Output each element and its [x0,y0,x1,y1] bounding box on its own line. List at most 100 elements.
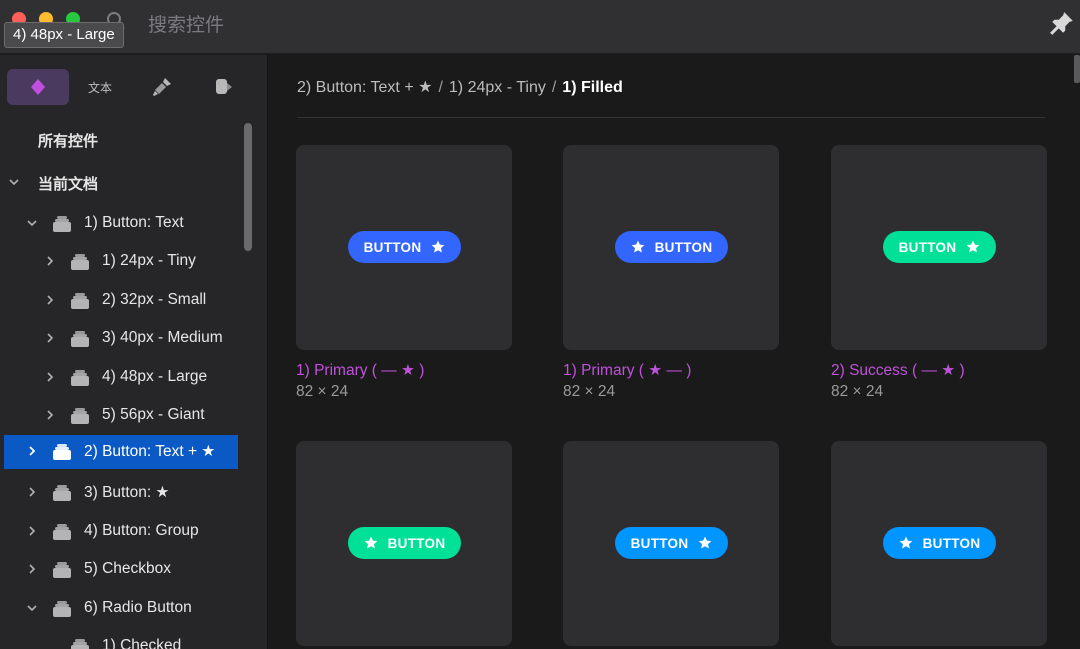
symbol-card[interactable]: BUTTON [831,441,1047,646]
star-icon [364,536,377,549]
button-preview-label: BUTTON [363,239,422,255]
tree-item-label: 1) Checked [102,637,182,649]
sidebar-item-all[interactable]: 所有控件 [0,123,240,157]
tree-item-label: 1) Button: Text [84,214,184,231]
tree-item[interactable]: 5) 56px - Giant [0,399,240,433]
chevron-down-icon[interactable] [25,601,39,615]
layer-stack-icon [53,601,71,617]
button-preview-label: BUTTON [898,239,957,255]
button-preview-label: BUTTON [630,535,689,551]
brush-icon [153,78,171,96]
button-preview: BUTTON [615,527,728,559]
chevron-down-icon[interactable] [7,175,21,189]
layer-stack-icon [53,216,71,232]
layer-stack-icon [53,485,71,501]
tree-item-label: 3) Button: ★ [84,484,170,501]
divider [297,117,1045,118]
tree-item-label: 1) 24px - Tiny [102,252,196,269]
pin-icon[interactable] [1049,10,1075,36]
tab-text[interactable]: 文本 [69,69,131,105]
search-input[interactable]: 搜索控件 [148,10,224,37]
chevron-right-icon[interactable] [43,254,57,268]
layer-stack-icon [71,254,89,270]
tree-item-label: 5) Checkbox [84,560,172,577]
tree-item-selected[interactable]: 2) Button: Text + ★ [4,435,238,469]
tree-item[interactable]: 5) Checkbox [0,553,240,587]
tree-item[interactable]: 1) 24px - Tiny [0,245,240,279]
tree-item[interactable]: 4) Button: Group [0,515,240,549]
layer-stack-icon [71,370,89,386]
button-preview: BUTTON [615,231,728,263]
symbol-card-size: 82 × 24 [831,383,884,400]
sidebar-item-label: 所有控件 [38,133,99,150]
layer-stack-icon [53,562,71,578]
chevron-right-icon[interactable] [43,293,57,307]
symbol-card[interactable]: BUTTON [563,441,779,646]
chevron-right-icon[interactable] [43,370,57,384]
sidebar-scrollbar[interactable] [244,123,252,251]
layer-stack-icon [71,293,89,309]
layer-stack-icon [53,524,71,540]
tree-item[interactable]: 3) Button: ★ [0,476,240,510]
symbol-card-size: 82 × 24 [563,383,616,400]
tree-item-label: 3) 40px - Medium [102,329,223,346]
chevron-right-icon[interactable] [25,444,39,458]
button-preview: BUTTON [883,527,996,559]
button-preview: BUTTON [348,231,461,263]
main-panel: 2) Button: Text + ★ / 1) 24px - Tiny / 1) Fi… [269,55,1080,649]
star-icon [631,240,644,253]
tab-styles[interactable] [131,69,193,105]
button-preview: BUTTON [883,231,996,263]
tree-item-label: 2) Button: Text + ★ [84,443,216,460]
star-icon [967,240,980,253]
sidebar-item-current-document[interactable]: 当前文档 [0,166,240,200]
breadcrumb-item[interactable]: 2) Button: Text + ★ [297,79,432,96]
diamond-icon [31,79,45,95]
sidebar: 文本 所有控件 当前文档 1) Button: Text 1) 24px - T… [0,55,268,649]
tree-item[interactable]: 1) Checked [0,630,240,649]
tree-item[interactable]: 1) Button: Text [0,207,240,241]
star-icon [432,240,445,253]
layer-stack-icon [53,444,71,460]
chevron-right-icon[interactable] [25,485,39,499]
symbol-card[interactable]: BUTTON [563,145,779,350]
breadcrumb-current: 1) Filled [562,79,623,96]
breadcrumb: 2) Button: Text + ★ / 1) 24px - Tiny / 1) Fi… [297,77,623,97]
sidebar-tabs: 文本 [0,67,267,107]
chevron-right-icon[interactable] [25,562,39,576]
tree-item[interactable]: 4) 48px - Large [0,361,240,395]
star-icon [899,536,912,549]
main-scrollbar[interactable] [1074,55,1080,83]
symbol-card[interactable]: BUTTON [296,441,512,646]
button-preview-label: BUTTON [922,535,981,551]
button-preview: BUTTON [348,527,461,559]
chevron-right-icon[interactable] [43,331,57,345]
tree-item[interactable]: 3) 40px - Medium [0,322,240,356]
tooltip: 4) 48px - Large [4,22,124,48]
button-preview-label: BUTTON [387,535,446,551]
symbol-card[interactable]: BUTTON [831,145,1047,350]
layer-stack-icon [71,331,89,347]
symbol-card-title[interactable]: 1) Primary ( ★ — ) [563,361,691,380]
breadcrumb-separator: / [438,79,443,96]
breadcrumb-item[interactable]: 1) 24px - Tiny [449,79,546,96]
tree-item-label: 4) Button: Group [84,522,199,539]
layer-stack-icon [71,408,89,424]
tab-symbols[interactable] [7,69,69,105]
tab-colors[interactable] [193,69,255,105]
chevron-right-icon[interactable] [25,524,39,538]
tree-item-label: 6) Radio Button [84,599,192,616]
symbol-card[interactable]: BUTTON [296,145,512,350]
symbol-card-title[interactable]: 1) Primary ( — ★ ) [296,361,424,380]
paint-bucket-icon [216,79,232,94]
tree-item-label: 4) 48px - Large [102,368,208,385]
tree-item[interactable]: 2) 32px - Small [0,284,240,318]
symbol-card-title[interactable]: 2) Success ( — ★ ) [831,361,965,380]
tree-item-label: 2) 32px - Small [102,291,207,308]
button-preview-label: BUTTON [654,239,713,255]
chevron-right-icon[interactable] [43,408,57,422]
tree-item-label: 5) 56px - Giant [102,406,205,423]
tree-item[interactable]: 6) Radio Button [0,592,240,626]
chevron-down-icon[interactable] [25,216,39,230]
breadcrumb-separator: / [551,79,557,96]
